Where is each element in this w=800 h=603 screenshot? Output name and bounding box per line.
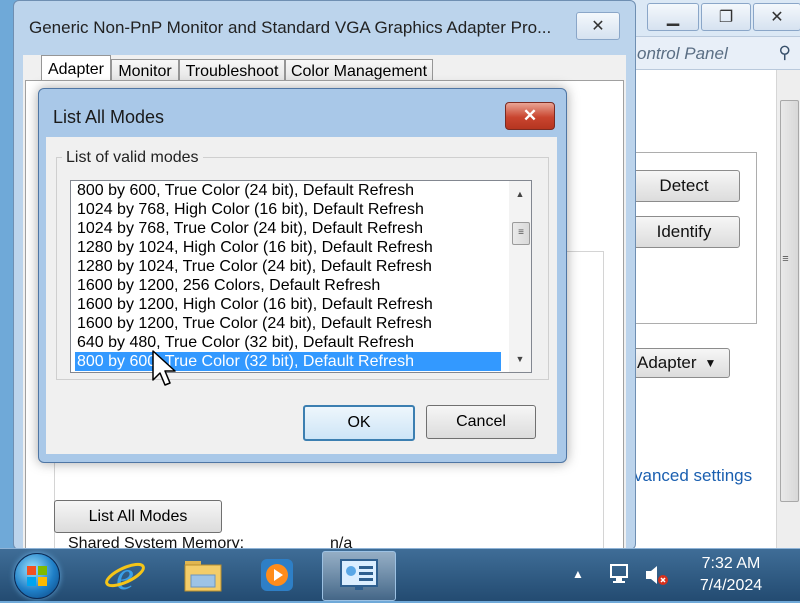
scrollbar-thumb[interactable]: [780, 100, 799, 502]
list-item[interactable]: 1600 by 1200, High Color (16 bit), Defau…: [75, 295, 501, 314]
chevron-down-icon: ▼: [704, 356, 717, 370]
search-icon[interactable]: ⚲: [779, 43, 791, 63]
show-hidden-icons-icon[interactable]: ▲: [572, 567, 584, 581]
list-all-modes-button[interactable]: List All Modes: [54, 500, 222, 533]
taskbar-media-player[interactable]: [246, 551, 308, 599]
list-item[interactable]: 800 by 600, True Color (24 bit), Default…: [75, 181, 501, 200]
restore-button[interactable]: ❐: [701, 3, 751, 31]
detect-button[interactable]: Detect: [628, 170, 740, 202]
list-item[interactable]: 1600 by 1200, 256 Colors, Default Refres…: [75, 276, 501, 295]
scroll-down-arrow-icon[interactable]: ▼: [509, 350, 531, 368]
list-item[interactable]: 1024 by 768, High Color (16 bit), Defaul…: [75, 200, 501, 219]
address-bar[interactable]: ontrol Panel ⚲: [611, 36, 800, 70]
list-item[interactable]: 1600 by 1200, True Color (24 bit), Defau…: [75, 314, 501, 333]
list-item[interactable]: 1024 by 768, True Color (24 bit), Defaul…: [75, 219, 501, 238]
taskbar: e ▲ 7:32 AM 7/4/2024: [0, 548, 800, 601]
volume-muted-icon[interactable]: [644, 563, 670, 592]
close-button[interactable]: ✕: [576, 12, 620, 40]
scrollbar-thumb[interactable]: ≡: [512, 222, 530, 245]
display-settings-icon: [340, 559, 378, 590]
network-icon[interactable]: [608, 563, 632, 590]
start-button[interactable]: [14, 553, 60, 599]
taskbar-file-explorer[interactable]: [172, 551, 234, 599]
system-clock[interactable]: 7:32 AM 7/4/2024: [686, 553, 776, 597]
mouse-cursor-icon: [152, 350, 176, 386]
adapter-dropdown[interactable]: Adapter ▼: [628, 348, 730, 378]
dialog-title: List All Modes: [53, 107, 165, 127]
advanced-settings-link[interactable]: vanced settings: [634, 466, 752, 486]
folder-icon: [184, 561, 222, 592]
modes-listbox[interactable]: 800 by 600, True Color (24 bit), Default…: [70, 180, 532, 373]
media-player-icon: [261, 559, 293, 591]
taskbar-internet-explorer[interactable]: e: [94, 551, 156, 599]
list-item[interactable]: 1280 by 1024, High Color (16 bit), Defau…: [75, 238, 501, 257]
scroll-up-arrow-icon[interactable]: ▲: [509, 185, 531, 203]
ok-button[interactable]: OK: [303, 405, 415, 441]
tab-adapter[interactable]: Adapter: [41, 55, 111, 83]
speaker-muted-icon: [646, 566, 668, 585]
close-icon: ✕: [591, 18, 605, 35]
adapter-dropdown-label: Adapter: [637, 353, 697, 372]
identify-button[interactable]: Identify: [628, 216, 740, 248]
minimize-button[interactable]: ▁: [647, 3, 699, 31]
scrollbar-grip-icon: ≡: [782, 253, 789, 265]
close-icon: ✕: [522, 106, 538, 125]
close-button[interactable]: ✕: [753, 3, 800, 31]
vertical-scrollbar[interactable]: ≡: [776, 70, 800, 548]
list-item[interactable]: 640 by 480, True Color (32 bit), Default…: [75, 333, 501, 352]
list-all-modes-dialog: List All Modes ✕ List of valid modes 800…: [38, 88, 567, 463]
internet-explorer-icon: e: [105, 553, 145, 597]
svg-text:e: e: [116, 553, 134, 597]
network-monitor-icon: [610, 564, 628, 583]
windows-logo-icon: [27, 566, 47, 586]
clock-time: 7:32 AM: [701, 555, 761, 572]
clock-date: 7/4/2024: [699, 577, 763, 594]
group-label: List of valid modes: [62, 149, 203, 167]
cancel-button[interactable]: Cancel: [426, 405, 536, 439]
list-item-selected[interactable]: 800 by 600, True Color (32 bit), Default…: [75, 352, 501, 371]
dialog-client-area: List of valid modes 800 by 600, True Col…: [46, 137, 557, 454]
listbox-scrollbar[interactable]: ▲ ≡ ▼: [509, 181, 531, 372]
taskbar-display-settings[interactable]: [322, 551, 396, 601]
address-text: ontrol Panel: [637, 44, 728, 63]
list-item[interactable]: 1280 by 1024, True Color (24 bit), Defau…: [75, 257, 501, 276]
window-title: Generic Non-PnP Monitor and Standard VGA…: [29, 18, 552, 37]
dialog-close-button[interactable]: ✕: [505, 102, 555, 130]
